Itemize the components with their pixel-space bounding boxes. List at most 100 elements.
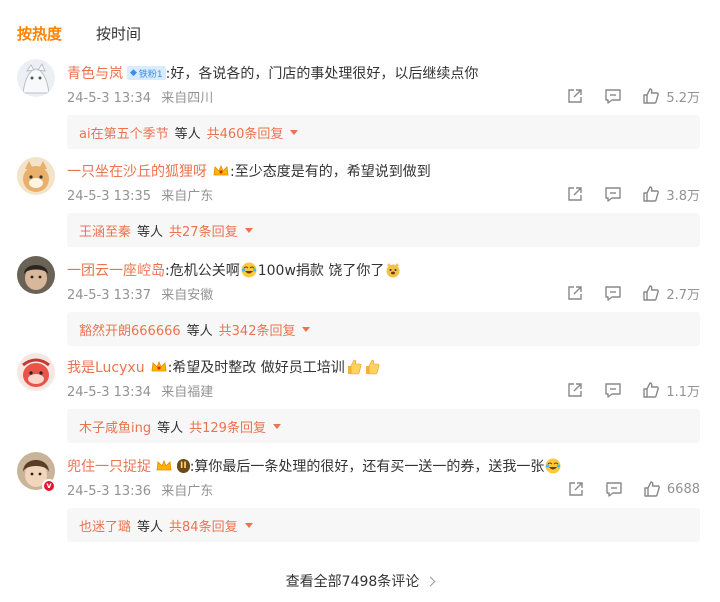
level-badge: II [177,459,190,473]
reply-count-link[interactable]: 共129条回复 [189,417,281,436]
reply-etc: 等人 [157,420,184,436]
comment-text: :好，各说各的，门店的事处理很好，以后继续点你 [165,66,479,82]
username[interactable]: 一团云一座崆岛 [67,260,165,280]
sort-tabs: 按热度 按时间 [17,20,175,46]
comment-meta: 24-5-3 13:37 来自安徽 [67,284,213,303]
share-icon[interactable] [567,480,585,498]
comment-line: 青色与岚 ◆ 铁粉1 :好，各说各的，门店的事处理很好，以后继续点你 [67,63,478,83]
thumbs-up-emoji [347,359,362,375]
comment-text: :至少态度是有的，希望说到做到 [230,164,431,180]
share-icon[interactable] [566,185,584,203]
comment-line: 我是Lucyxu :希望及时整改 做好员工培训 [67,357,381,377]
reply-user[interactable]: 豁然开朗666666 [79,320,181,339]
reply-user[interactable]: 也迷了璐 [79,516,131,535]
comment-actions: 5.2万 [566,87,700,106]
reply-summary: ai在第五个季节 等人 共460条回复 [67,115,700,149]
diamond-icon: ◆ [130,68,137,78]
comment-icon[interactable] [604,87,622,105]
username[interactable]: 一只坐在沙丘的狐狸呀 [67,161,207,181]
comment-line: 一团云一座崆岛 :危机公关啊 100w捐款 饶了你了 [67,260,402,280]
share-icon[interactable] [566,381,584,399]
comment-actions: 6688 [567,480,700,498]
like-icon [644,481,660,497]
like-icon [643,382,660,398]
tab-hot[interactable]: 按热度 [17,23,62,44]
reply-user[interactable]: 王涵至秦 [79,221,131,240]
avatar[interactable] [17,157,55,195]
reply-count-link[interactable]: 共27条回复 [169,221,253,240]
reply-summary: 也迷了璐 等人 共84条回复 [67,508,700,542]
comment-actions: 3.8万 [566,185,700,204]
comment-text-continued: 100w捐款 饶了你了 [257,263,385,279]
like-icon [643,88,660,104]
like-button[interactable]: 2.7万 [642,284,700,303]
view-all-comments-link[interactable]: 查看全部7498条评论 [285,574,436,590]
avatar[interactable] [17,353,55,391]
reply-count: 共84条回复 [169,519,238,535]
reply-count-link[interactable]: 共460条回复 [207,123,299,142]
crown-icon [212,164,230,178]
comment-meta: 24-5-3 13:34 来自四川 [67,87,213,106]
reply-count-link[interactable]: 共342条回复 [219,320,311,339]
share-icon[interactable] [566,284,584,302]
comment-icon[interactable] [604,185,622,203]
fan-badge: ◆ 铁粉1 [127,66,166,80]
comment-item: 一团云一座崆岛 :危机公关啊 100w捐款 饶了你了 24-5-3 13:37 … [0,256,720,356]
comment-icon[interactable] [604,284,622,302]
comment-icon[interactable] [604,381,622,399]
comment-date: 24-5-3 13:35 [67,189,152,204]
like-count: 1.1万 [666,384,700,400]
like-count: 5.2万 [666,90,700,106]
like-count: 6688 [666,481,700,497]
comment-meta: 24-5-3 13:34 来自福建 [67,381,213,400]
reply-etc: 等人 [186,323,213,339]
share-icon[interactable] [566,87,584,105]
avatar[interactable] [17,59,55,97]
like-button[interactable]: 1.1万 [642,381,700,400]
reply-etc: 等人 [174,126,201,142]
comment-text: :希望及时整改 做好员工培训 [167,360,345,376]
caret-down-icon [290,129,299,135]
like-button[interactable]: 3.8万 [642,185,700,204]
reply-count: 共460条回复 [206,126,284,142]
reply-summary: 王涵至秦 等人 共27条回复 [67,213,700,247]
comment-location: 来自四川 [161,91,214,106]
comment-date: 24-5-3 13:36 [67,484,152,499]
comment-icon[interactable] [605,480,623,498]
reply-etc: 等人 [137,519,164,535]
laughing-cry-emoji [241,262,257,278]
verified-badge-icon: v [42,479,56,493]
like-button[interactable]: 5.2万 [642,87,700,106]
reply-count-link[interactable]: 共84条回复 [169,516,253,535]
reply-user[interactable]: 木子咸鱼ing [79,417,151,436]
like-button[interactable]: 6688 [643,480,700,498]
username[interactable]: 兜住一只捉捉 [67,456,151,476]
tab-time[interactable]: 按时间 [96,23,141,44]
reply-user[interactable]: ai在第五个季节 [79,123,169,142]
like-icon [643,186,660,202]
caret-down-icon [244,522,253,528]
dog-emoji [386,263,400,278]
reply-summary: 木子咸鱼ing 等人 共129条回复 [67,409,700,443]
crown-icon [150,360,168,374]
comment-text: :算你最后一条处理的很好，还有买一送一的券，送我一张 [189,459,545,475]
comment-location: 来自安徽 [161,288,214,303]
comment-actions: 1.1万 [566,381,700,400]
caret-down-icon [272,423,281,429]
avatar[interactable] [17,256,55,294]
comment-date: 24-5-3 13:34 [67,91,152,106]
view-all-label: 查看全部7498条评论 [285,574,420,590]
comment-date: 24-5-3 13:37 [67,288,152,303]
username[interactable]: 青色与岚 [67,63,123,83]
comment-line: 一只坐在沙丘的狐狸呀 :至少态度是有的，希望说到做到 [67,161,431,181]
laughing-cry-emoji [545,458,561,474]
comment-date: 24-5-3 13:34 [67,385,152,400]
caret-down-icon [302,326,311,332]
like-count: 2.7万 [666,287,700,303]
crown-icon [155,459,173,473]
reply-etc: 等人 [137,224,164,240]
username[interactable]: 我是Lucyxu [67,357,145,377]
reply-summary: 豁然开朗666666 等人 共342条回复 [67,312,700,346]
comment-meta: 24-5-3 13:35 来自广东 [67,185,213,204]
reply-count: 共342条回复 [218,323,296,339]
